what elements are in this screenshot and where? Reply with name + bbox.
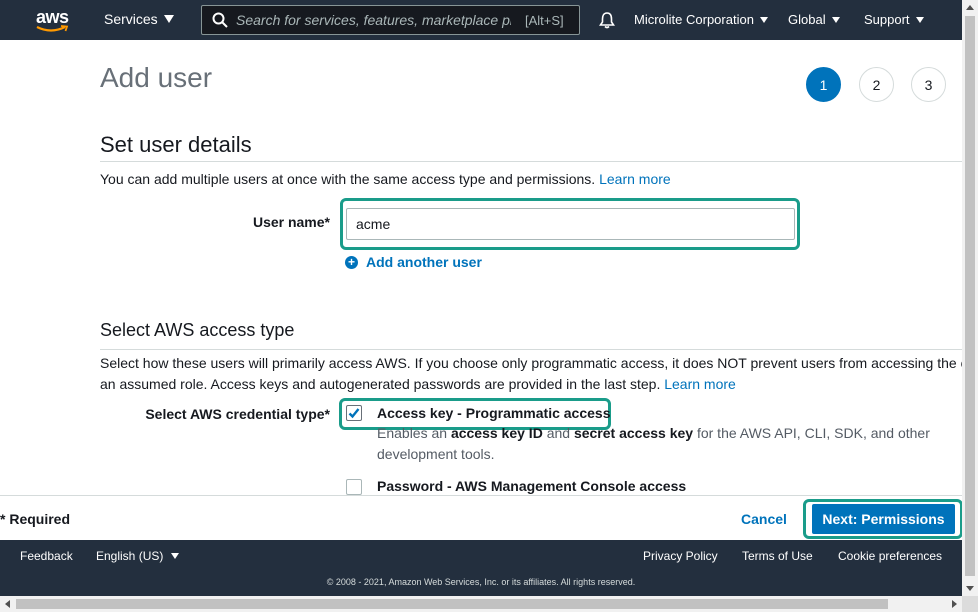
vertical-scrollbar-thumb[interactable] [965,16,975,576]
divider [100,349,962,350]
region-label: Global [788,12,826,27]
chevron-down-icon [759,16,768,23]
learn-more-link[interactable]: Learn more [664,376,736,392]
chevron-down-icon [831,16,840,23]
user-name-label: User name* [252,214,330,230]
user-details-description: You can add multiple users at once with … [100,169,671,190]
scroll-down-arrow-icon[interactable] [966,586,974,591]
scrollbar-corner [962,596,978,612]
wizard-step-2[interactable]: 2 [859,67,894,102]
account-menu[interactable]: Microlite Corporation [634,12,768,27]
privacy-policy-link[interactable]: Privacy Policy [643,549,718,563]
support-label: Support [864,12,910,27]
section-heading-access-type: Select AWS access type [100,320,295,340]
desc-text: for the AWS API, CLI, SDK, and other [693,425,930,441]
account-label: Microlite Corporation [634,12,754,27]
services-label: Services [104,11,158,27]
scroll-left-arrow-icon[interactable] [5,600,10,608]
page-title: Add user [100,62,213,93]
scroll-right-arrow-icon[interactable] [952,600,957,608]
aws-logo[interactable]: aws [36,8,72,34]
checkmark-icon [348,408,360,419]
desc-bold: secret access key [573,425,694,441]
divider [100,161,962,162]
action-bar: * Required Cancel Next: Permissions [0,495,963,540]
search-bar[interactable]: [Alt+S] [201,5,580,35]
add-another-user-label: Add another user [366,254,482,270]
learn-more-link[interactable]: Learn more [599,171,671,187]
horizontal-scrollbar[interactable] [0,596,962,612]
desc-text: development tools. [377,446,495,462]
aws-smile-icon [36,25,69,32]
wizard-step-3[interactable]: 3 [911,67,946,102]
main-content: Add user 1 2 3 Set user details You can … [0,40,962,495]
scroll-up-arrow-icon[interactable] [966,5,974,10]
required-note: * Required [0,511,71,527]
vertical-scrollbar[interactable] [962,0,978,596]
support-menu[interactable]: Support [864,12,924,27]
access-key-option-label[interactable]: Access key - Programmatic access [377,405,610,421]
password-checkbox[interactable] [346,479,362,495]
chevron-down-icon [915,16,924,23]
search-shortcut-hint: [Alt+S] [525,12,564,28]
password-option-label[interactable]: Password - AWS Management Console access [377,478,686,494]
notifications-bell-icon[interactable] [598,11,616,34]
services-menu[interactable]: Services [104,11,174,27]
access-type-text: an assumed role. Access keys and autogen… [100,376,661,392]
add-another-user-button[interactable]: + Add another user [345,254,482,270]
user-details-text: You can add multiple users at once with … [100,171,596,187]
desc-text: Enables an [377,425,451,441]
top-navigation-bar: aws Services [Alt+S] Microlite Corporati… [0,0,962,40]
access-type-description-line2: an assumed role. Access keys and autogen… [100,374,736,395]
desc-bold: access key ID [450,425,543,441]
feedback-link[interactable]: Feedback [20,549,73,563]
credential-type-label: Select AWS credential type* [145,406,330,422]
language-selector[interactable]: English (US) [96,549,180,563]
next-permissions-button[interactable]: Next: Permissions [812,504,955,534]
page-footer: Feedback English (US) Privacy Policy Ter… [0,540,962,596]
region-menu[interactable]: Global [788,12,840,27]
desc-text: and [542,425,574,441]
wizard-step-1[interactable]: 1 [806,67,841,102]
user-name-input[interactable] [346,208,795,240]
chevron-down-icon [163,15,174,23]
terms-of-use-link[interactable]: Terms of Use [742,549,813,563]
search-input[interactable] [236,12,511,28]
access-key-checkbox[interactable] [346,405,362,421]
cancel-button[interactable]: Cancel [741,511,787,527]
access-type-description-line1: Select how these users will primarily ac… [100,355,962,371]
copyright-text: © 2008 - 2021, Amazon Web Services, Inc.… [326,577,636,587]
plus-circle-icon: + [345,255,358,269]
access-key-option-description: Enables an access key ID and secret acce… [377,423,937,465]
chevron-down-icon [171,553,180,559]
search-icon [212,12,228,28]
cookie-preferences-link[interactable]: Cookie preferences [838,549,942,563]
section-heading-user-details: Set user details [100,132,252,157]
horizontal-scrollbar-thumb[interactable] [16,599,888,609]
aws-logo-text: aws [36,7,69,27]
language-label: English (US) [96,549,164,563]
